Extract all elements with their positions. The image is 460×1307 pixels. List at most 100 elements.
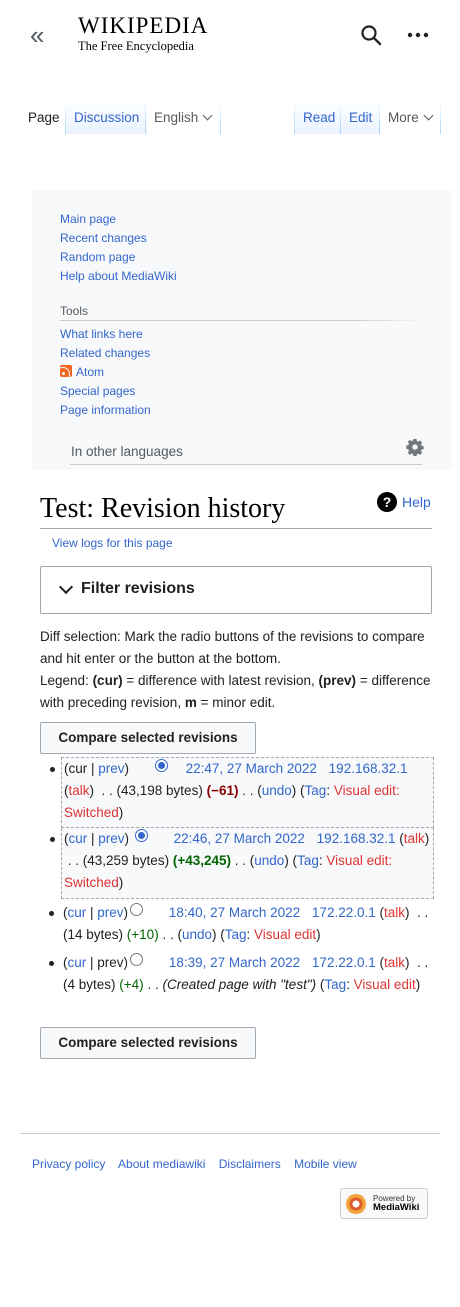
search-button[interactable] xyxy=(360,24,382,46)
tab-more-label: More xyxy=(388,110,419,125)
revision-size: (43,259 bytes) xyxy=(82,853,170,868)
diff-from-radio[interactable] xyxy=(134,829,148,842)
help-icon: ? xyxy=(377,492,397,512)
footer-about-link[interactable]: About mediawiki xyxy=(118,1157,205,1171)
tab-more[interactable]: More xyxy=(380,100,440,134)
revision-date-link[interactable]: 18:39, 27 March 2022 xyxy=(169,955,300,970)
undo-link[interactable]: undo xyxy=(254,853,284,868)
undo-link[interactable]: undo xyxy=(182,927,212,942)
filter-revisions-toggle[interactable]: Filter revisions xyxy=(40,566,432,614)
sidebar-item-page-information[interactable]: Page information xyxy=(60,401,151,420)
revision-size: (43,198 bytes) xyxy=(116,783,203,798)
bullet xyxy=(49,911,54,916)
language-settings-button[interactable] xyxy=(406,438,424,457)
size-delta: (+4) xyxy=(119,977,144,992)
tab-discussion[interactable]: Discussion xyxy=(66,100,148,134)
logo-wordmark: WIKIPEDIA xyxy=(78,13,209,38)
sidebar-item-special-pages[interactable]: Special pages xyxy=(60,382,151,401)
diff-to-radio[interactable] xyxy=(154,759,168,772)
tab-read[interactable]: Read xyxy=(295,100,344,134)
footer-mobile-view-link[interactable]: Mobile view xyxy=(294,1157,357,1171)
user-link[interactable]: 192.168.32.1 xyxy=(317,831,396,846)
legend-prev: (prev) xyxy=(318,673,357,688)
chevron-down-icon xyxy=(423,110,434,121)
cur-link[interactable]: cur xyxy=(69,831,88,846)
tag-link[interactable]: Tag xyxy=(305,783,327,798)
collapse-menu-button[interactable]: « xyxy=(30,22,44,48)
sidebar-item-main-page[interactable]: Main page xyxy=(60,210,177,229)
sidebar-item-recent-changes[interactable]: Recent changes xyxy=(60,229,177,248)
bullet xyxy=(50,767,55,772)
prev-link[interactable]: prev xyxy=(98,761,124,776)
edit-summary: (Created page with "test") xyxy=(162,977,317,992)
user-link[interactable]: 192.168.32.1 xyxy=(329,761,408,776)
tools-menu: What links here Related changes Atom Spe… xyxy=(60,325,151,420)
bullet xyxy=(50,837,55,842)
revision-size: (4 bytes) xyxy=(63,977,116,992)
talk-link[interactable]: talk xyxy=(384,955,405,970)
size-delta: (−61) xyxy=(206,783,239,798)
tag-link[interactable]: Tag xyxy=(324,977,346,992)
sidebar-item-related-changes[interactable]: Related changes xyxy=(60,344,151,363)
help-label: Help xyxy=(402,494,431,510)
user-link[interactable]: 172.22.0.1 xyxy=(312,955,376,970)
tab-divider xyxy=(440,100,441,134)
rss-feed-icon xyxy=(60,365,72,377)
revision-date-link[interactable]: 22:46, 27 March 2022 xyxy=(174,831,305,846)
diff-selection-text: Diff selection: Mark the radio buttons o… xyxy=(40,629,425,666)
more-options-button[interactable] xyxy=(406,26,430,44)
tools-heading: Tools xyxy=(60,304,89,318)
revision-row: (cur | prev) 22:47, 27 March 2022 192.16… xyxy=(50,757,434,828)
legend-prefix: Legend: xyxy=(40,673,93,688)
talk-link[interactable]: talk xyxy=(384,905,405,920)
diff-from-radio[interactable] xyxy=(130,953,144,966)
tag-link[interactable]: Tag xyxy=(225,927,247,942)
footer-divider xyxy=(20,1133,440,1134)
page-title: Test: Revision history xyxy=(40,493,286,524)
revision-date-link[interactable]: 18:40, 27 March 2022 xyxy=(169,905,300,920)
undo-link[interactable]: undo xyxy=(262,783,292,798)
powered-by-mediawiki-badge[interactable]: Powered by MediaWiki xyxy=(340,1188,428,1219)
revision-date-link[interactable]: 22:47, 27 March 2022 xyxy=(186,761,317,776)
prev-link[interactable]: prev xyxy=(97,905,123,920)
view-logs-link[interactable]: View logs for this page xyxy=(52,535,173,551)
size-delta: (+10) xyxy=(126,927,159,942)
compare-revisions-button-bottom[interactable]: Compare selected revisions xyxy=(40,1027,256,1059)
revision-history-list: (cur | prev) 22:47, 27 March 2022 192.16… xyxy=(40,757,434,1002)
legend-cur: (cur) xyxy=(92,673,123,688)
page-tabs: Page Discussion English Read Edit More xyxy=(20,100,450,134)
footer-privacy-link[interactable]: Privacy policy xyxy=(32,1157,105,1171)
diff-from-radio[interactable] xyxy=(130,903,144,916)
sidebar-item-what-links-here[interactable]: What links here xyxy=(60,325,151,344)
other-languages-heading: In other languages xyxy=(71,444,183,459)
tab-edit[interactable]: Edit xyxy=(341,100,381,134)
tag-link[interactable]: Tag xyxy=(297,853,319,868)
language-selector[interactable]: English xyxy=(146,100,219,134)
sidebar-item-help[interactable]: Help about MediaWiki xyxy=(60,267,177,286)
revision-row: (cur | prev) 18:39, 27 March 2022 172.22… xyxy=(40,952,434,1002)
talk-link[interactable]: talk xyxy=(69,783,90,798)
tools-divider xyxy=(60,320,425,321)
size-delta: (+43,245) xyxy=(172,853,232,868)
prev-link[interactable]: prev xyxy=(98,831,124,846)
user-link[interactable]: 172.22.0.1 xyxy=(312,905,376,920)
title-divider xyxy=(40,528,432,529)
navigation-menu: Main page Recent changes Random page Hel… xyxy=(60,210,177,286)
tab-page-label: Page xyxy=(28,110,60,125)
wikipedia-logo[interactable]: WIKIPEDIA The Free Encyclopedia xyxy=(78,14,208,54)
tab-edit-label: Edit xyxy=(349,110,373,125)
tab-page[interactable]: Page xyxy=(20,100,68,134)
sidebar-item-atom[interactable]: Atom xyxy=(60,363,151,382)
help-link[interactable]: ? Help xyxy=(377,492,431,512)
tag-value[interactable]: Visual edit xyxy=(354,977,416,992)
footer-disclaimers-link[interactable]: Disclaimers xyxy=(219,1157,281,1171)
compare-revisions-button[interactable]: Compare selected revisions xyxy=(40,722,256,754)
cur-link[interactable]: cur xyxy=(68,905,87,920)
legend-text: Legend: (cur) = difference with latest r… xyxy=(40,670,435,714)
talk-link[interactable]: talk xyxy=(404,831,425,846)
cur-link[interactable]: cur xyxy=(68,955,87,970)
languages-divider xyxy=(70,464,422,465)
bullet xyxy=(49,961,54,966)
tag-value[interactable]: Visual edit xyxy=(254,927,316,942)
sidebar-item-random-page[interactable]: Random page xyxy=(60,248,177,267)
